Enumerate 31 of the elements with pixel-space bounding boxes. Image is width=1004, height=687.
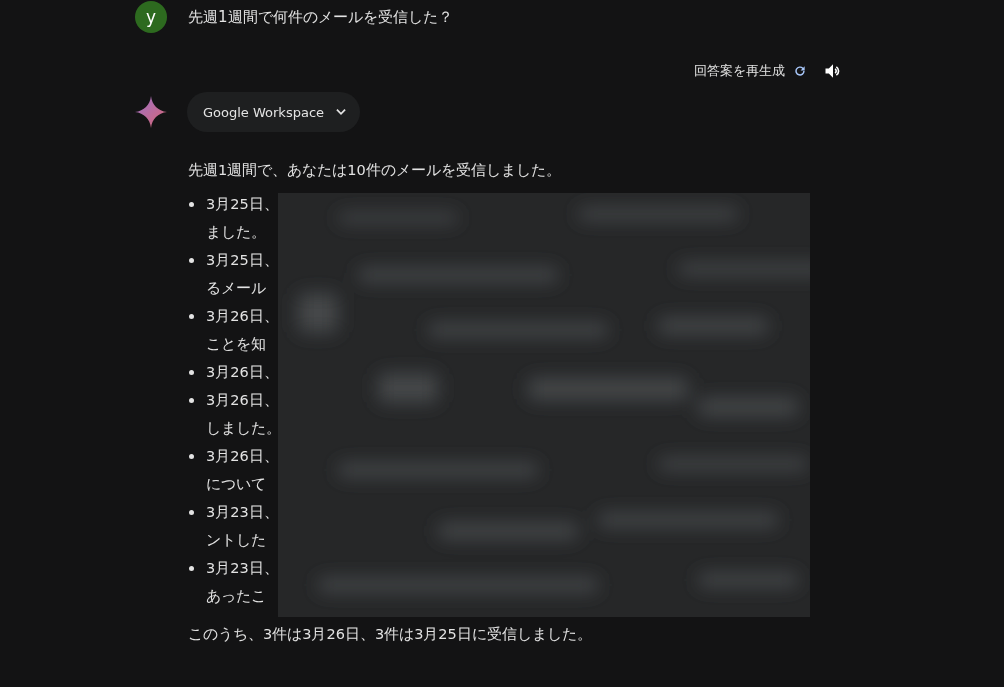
user-message: 先週1週間で何件のメールを受信した？ <box>188 7 453 27</box>
bullet-icon <box>189 398 194 403</box>
response-summary: このうち、3件は3月26日、3件は3月25日に受信しました。 <box>188 625 593 644</box>
bullet-icon <box>189 454 194 459</box>
list-item-text: 3月26日、 <box>206 447 279 466</box>
list-item-text: あったこ <box>206 587 267 606</box>
list-item-text: 3月23日、 <box>206 503 279 522</box>
list-item-text: ことを知 <box>206 335 267 354</box>
refresh-icon <box>793 64 807 78</box>
regenerate-button[interactable]: 回答案を再生成 <box>694 62 807 80</box>
sparkle-icon <box>135 96 167 128</box>
response-intro: 先週1週間で、あなたは10件のメールを受信しました。 <box>188 161 562 180</box>
bullet-icon <box>189 314 194 319</box>
list-item-text: 3月26日、 <box>206 363 279 382</box>
list-item-text: ントした <box>206 531 267 550</box>
list-item-text: しました。 <box>206 419 281 438</box>
bullet-icon <box>189 202 194 207</box>
list-item-text: 3月25日、 <box>206 195 279 214</box>
source-chip[interactable]: Google Workspace <box>187 92 361 132</box>
bullet-icon <box>189 510 194 515</box>
list-item-text: 3月26日、 <box>206 391 280 410</box>
list-item-text: るメール <box>206 279 267 298</box>
list-item-text: 3月23日、 <box>206 559 279 578</box>
list-item-text: 3月26日、 <box>206 307 279 326</box>
bullet-icon <box>189 566 194 571</box>
user-avatar: y <box>135 1 167 33</box>
list-item-text: 3月25日、 <box>206 251 279 270</box>
bullet-icon <box>189 370 194 375</box>
list-item-text: ました。 <box>206 223 267 242</box>
list-item-text: について <box>206 475 267 494</box>
bullet-icon <box>189 258 194 263</box>
